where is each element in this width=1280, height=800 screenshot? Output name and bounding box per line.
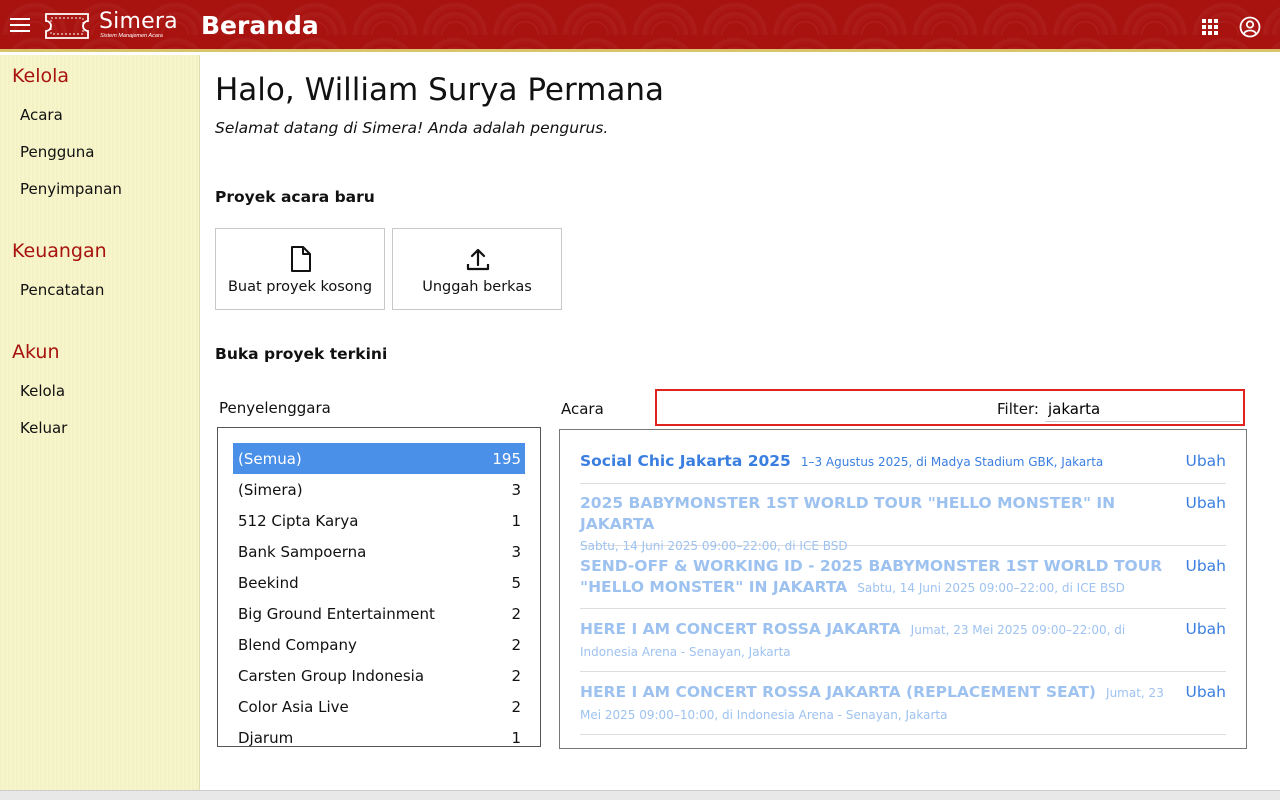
filter-input[interactable] (1045, 396, 1240, 422)
organizer-item[interactable]: Carsten Group Indonesia 2 (233, 660, 525, 691)
organizer-name: Djarum (238, 729, 294, 747)
event-title-link[interactable]: HERE I AM CONCERT ROSSA JAKARTA (REPLACE… (580, 683, 1096, 701)
event-row: 2025 BABYMONSTER 1ST WORLD TOUR "HELLO M… (580, 493, 1226, 553)
upload-file-label: Unggah berkas (422, 279, 532, 295)
organizer-count: 2 (511, 698, 521, 716)
bottom-strip (0, 790, 1280, 800)
organizer-name: Color Asia Live (238, 698, 349, 716)
organizer-item[interactable]: (Semua) 195 (233, 443, 525, 474)
event-row: SEND-OFF & WORKING ID - 2025 BABYMONSTER… (580, 556, 1226, 609)
organizer-column-label: Penyelenggara (219, 399, 331, 417)
organizer-name: (Simera) (238, 481, 303, 499)
welcome-text: Selamat datang di Simera! Anda adalah pe… (215, 119, 609, 137)
top-bar: Simera Sistem Manajemen Acara Beranda (0, 0, 1280, 52)
sidebar-item-pengguna[interactable]: Pengguna (20, 143, 95, 161)
event-title-link[interactable]: 2025 BABYMONSTER 1ST WORLD TOUR "HELLO M… (580, 494, 1115, 533)
organizer-count: 2 (511, 667, 521, 685)
event-edit-link[interactable]: Ubah (1185, 556, 1226, 577)
organizer-item[interactable]: Big Ground Entertainment 2 (233, 598, 525, 629)
event-title-link[interactable]: HERE I AM CONCERT ROSSA JAKARTA (580, 620, 901, 638)
organizer-item[interactable]: Beekind 5 (233, 567, 525, 598)
event-meta: Sabtu, 14 Juni 2025 09:00–22:00, di ICE … (580, 539, 848, 553)
organizer-count: 5 (511, 574, 521, 592)
filter-bar: Filter: (655, 389, 1245, 426)
sidebar-section-kelola: Kelola (12, 65, 70, 87)
organizer-item[interactable]: Bank Sampoerna 3 (233, 536, 525, 567)
event-edit-link[interactable]: Ubah (1185, 451, 1226, 472)
apps-grid-icon[interactable] (1201, 18, 1219, 36)
organizer-count: 2 (511, 605, 521, 623)
organizer-count: 2 (511, 636, 521, 654)
organizer-count: 1 (511, 729, 521, 747)
sidebar-item-pencatatan[interactable]: Pencatatan (20, 281, 104, 299)
sidebar-item-keluar[interactable]: Keluar (20, 419, 67, 437)
events-list: Social Chic Jakarta 2025 1–3 Agustus 2025… (559, 429, 1247, 749)
app-logo[interactable]: Simera Sistem Manajemen Acara (43, 9, 178, 42)
filter-label: Filter: (997, 400, 1039, 418)
organizer-name: Bank Sampoerna (238, 543, 367, 561)
organizer-item[interactable]: (Simera) 3 (233, 474, 525, 505)
sidebar: Kelola Acara Pengguna Penyimpanan Keuang… (0, 55, 200, 790)
organizer-item[interactable]: Djarum 1 (233, 722, 525, 747)
recent-project-title: Buka proyek terkini (215, 345, 388, 363)
page-title: Beranda (201, 11, 319, 40)
sidebar-section-akun: Akun (12, 341, 60, 363)
sidebar-item-acara[interactable]: Acara (20, 106, 63, 124)
event-edit-link[interactable]: Ubah (1185, 682, 1226, 703)
account-circle-icon[interactable] (1239, 16, 1261, 38)
sidebar-section-keuangan: Keuangan (12, 240, 107, 262)
event-row: HERE I AM CONCERT ROSSA JAKARTA (REPLACE… (580, 682, 1226, 735)
organizer-count: 3 (511, 543, 521, 561)
organizer-name: Big Ground Entertainment (238, 605, 435, 623)
event-row: Social Chic Jakarta 2025 1–3 Agustus 2025… (580, 451, 1226, 484)
upload-icon (466, 248, 490, 271)
events-column-label: Acara (561, 400, 604, 418)
sidebar-item-kelola-akun[interactable]: Kelola (20, 382, 65, 400)
sidebar-item-penyimpanan[interactable]: Penyimpanan (20, 180, 122, 198)
menu-icon[interactable] (10, 18, 30, 34)
app-tagline: Sistem Manajemen Acara (100, 33, 163, 39)
organizer-name: Carsten Group Indonesia (238, 667, 425, 685)
organizer-count: 195 (492, 450, 521, 468)
organizer-name: 512 Cipta Karya (238, 512, 359, 530)
event-meta: 1–3 Agustus 2025, di Madya Stadium GBK, … (800, 455, 1104, 469)
event-edit-link[interactable]: Ubah (1185, 619, 1226, 640)
organizer-item[interactable]: 512 Cipta Karya 1 (233, 505, 525, 536)
organizer-list[interactable]: (Semua) 195 (Simera) 3 512 Cipta Karya 1… (217, 427, 541, 747)
organizer-count: 3 (511, 481, 521, 499)
organizer-count: 1 (511, 512, 521, 530)
event-edit-link[interactable]: Ubah (1185, 493, 1226, 514)
event-row: HERE I AM CONCERT ROSSA JAKARTA Jumat, 23… (580, 619, 1226, 672)
create-empty-project-label: Buat proyek kosong (227, 279, 373, 295)
create-empty-project-button[interactable]: Buat proyek kosong (215, 228, 385, 310)
organizer-name: Blend Company (238, 636, 357, 654)
app-name: Simera (99, 9, 178, 34)
new-project-title: Proyek acara baru (215, 188, 375, 206)
organizer-name: (Semua) (238, 450, 302, 468)
event-title-link[interactable]: Social Chic Jakarta 2025 (580, 452, 791, 470)
event-meta: Sabtu, 14 Juni 2025 09:00–22:00, di ICE … (857, 581, 1125, 595)
organizer-name: Beekind (238, 574, 299, 592)
greeting-heading: Halo, William Surya Permana (215, 72, 665, 108)
organizer-item[interactable]: Blend Company 2 (233, 629, 525, 660)
organizer-item[interactable]: Color Asia Live 2 (233, 691, 525, 722)
file-icon (291, 246, 311, 272)
ticket-logo-icon (45, 13, 89, 39)
upload-file-button[interactable]: Unggah berkas (392, 228, 562, 310)
